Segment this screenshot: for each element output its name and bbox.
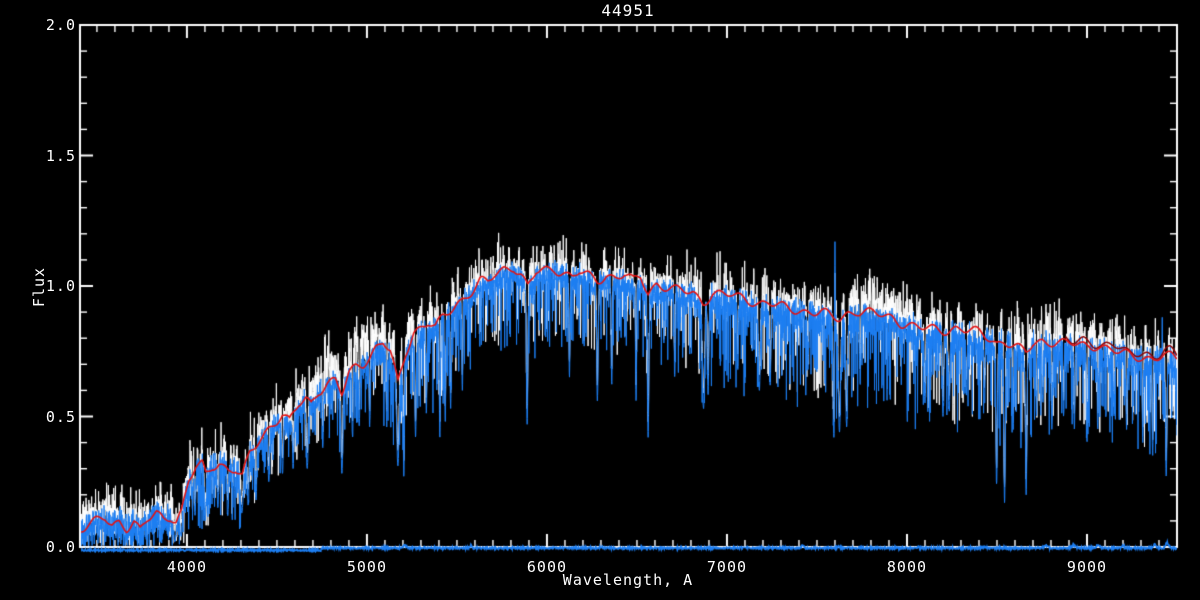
- x-axis-label: Wavelength, A: [562, 571, 694, 589]
- plot-title: 44951: [601, 1, 655, 20]
- y-tick-label-0.0: 0.0: [45, 538, 76, 556]
- y-tick-label-1.0: 1.0: [45, 277, 76, 295]
- spectrum-plot: 44951 Wavelength, A Flux 4000 5000 6000 700…: [0, 0, 1200, 600]
- x-tick-label-9000: 9000: [1066, 558, 1108, 576]
- y-tick-label-2.0: 2.0: [45, 16, 76, 34]
- x-tick-label-6000: 6000: [526, 558, 568, 576]
- y-tick-label-1.5: 1.5: [45, 146, 76, 165]
- x-tick-label-5000: 5000: [346, 558, 387, 576]
- spectrum-canvas: [0, 0, 1200, 600]
- x-tick-label-8000: 8000: [886, 558, 928, 576]
- x-tick-label-7000: 7000: [706, 558, 748, 576]
- y-tick-label-0.5: 0.5: [45, 407, 76, 426]
- x-tick-label-4000: 4000: [166, 558, 207, 576]
